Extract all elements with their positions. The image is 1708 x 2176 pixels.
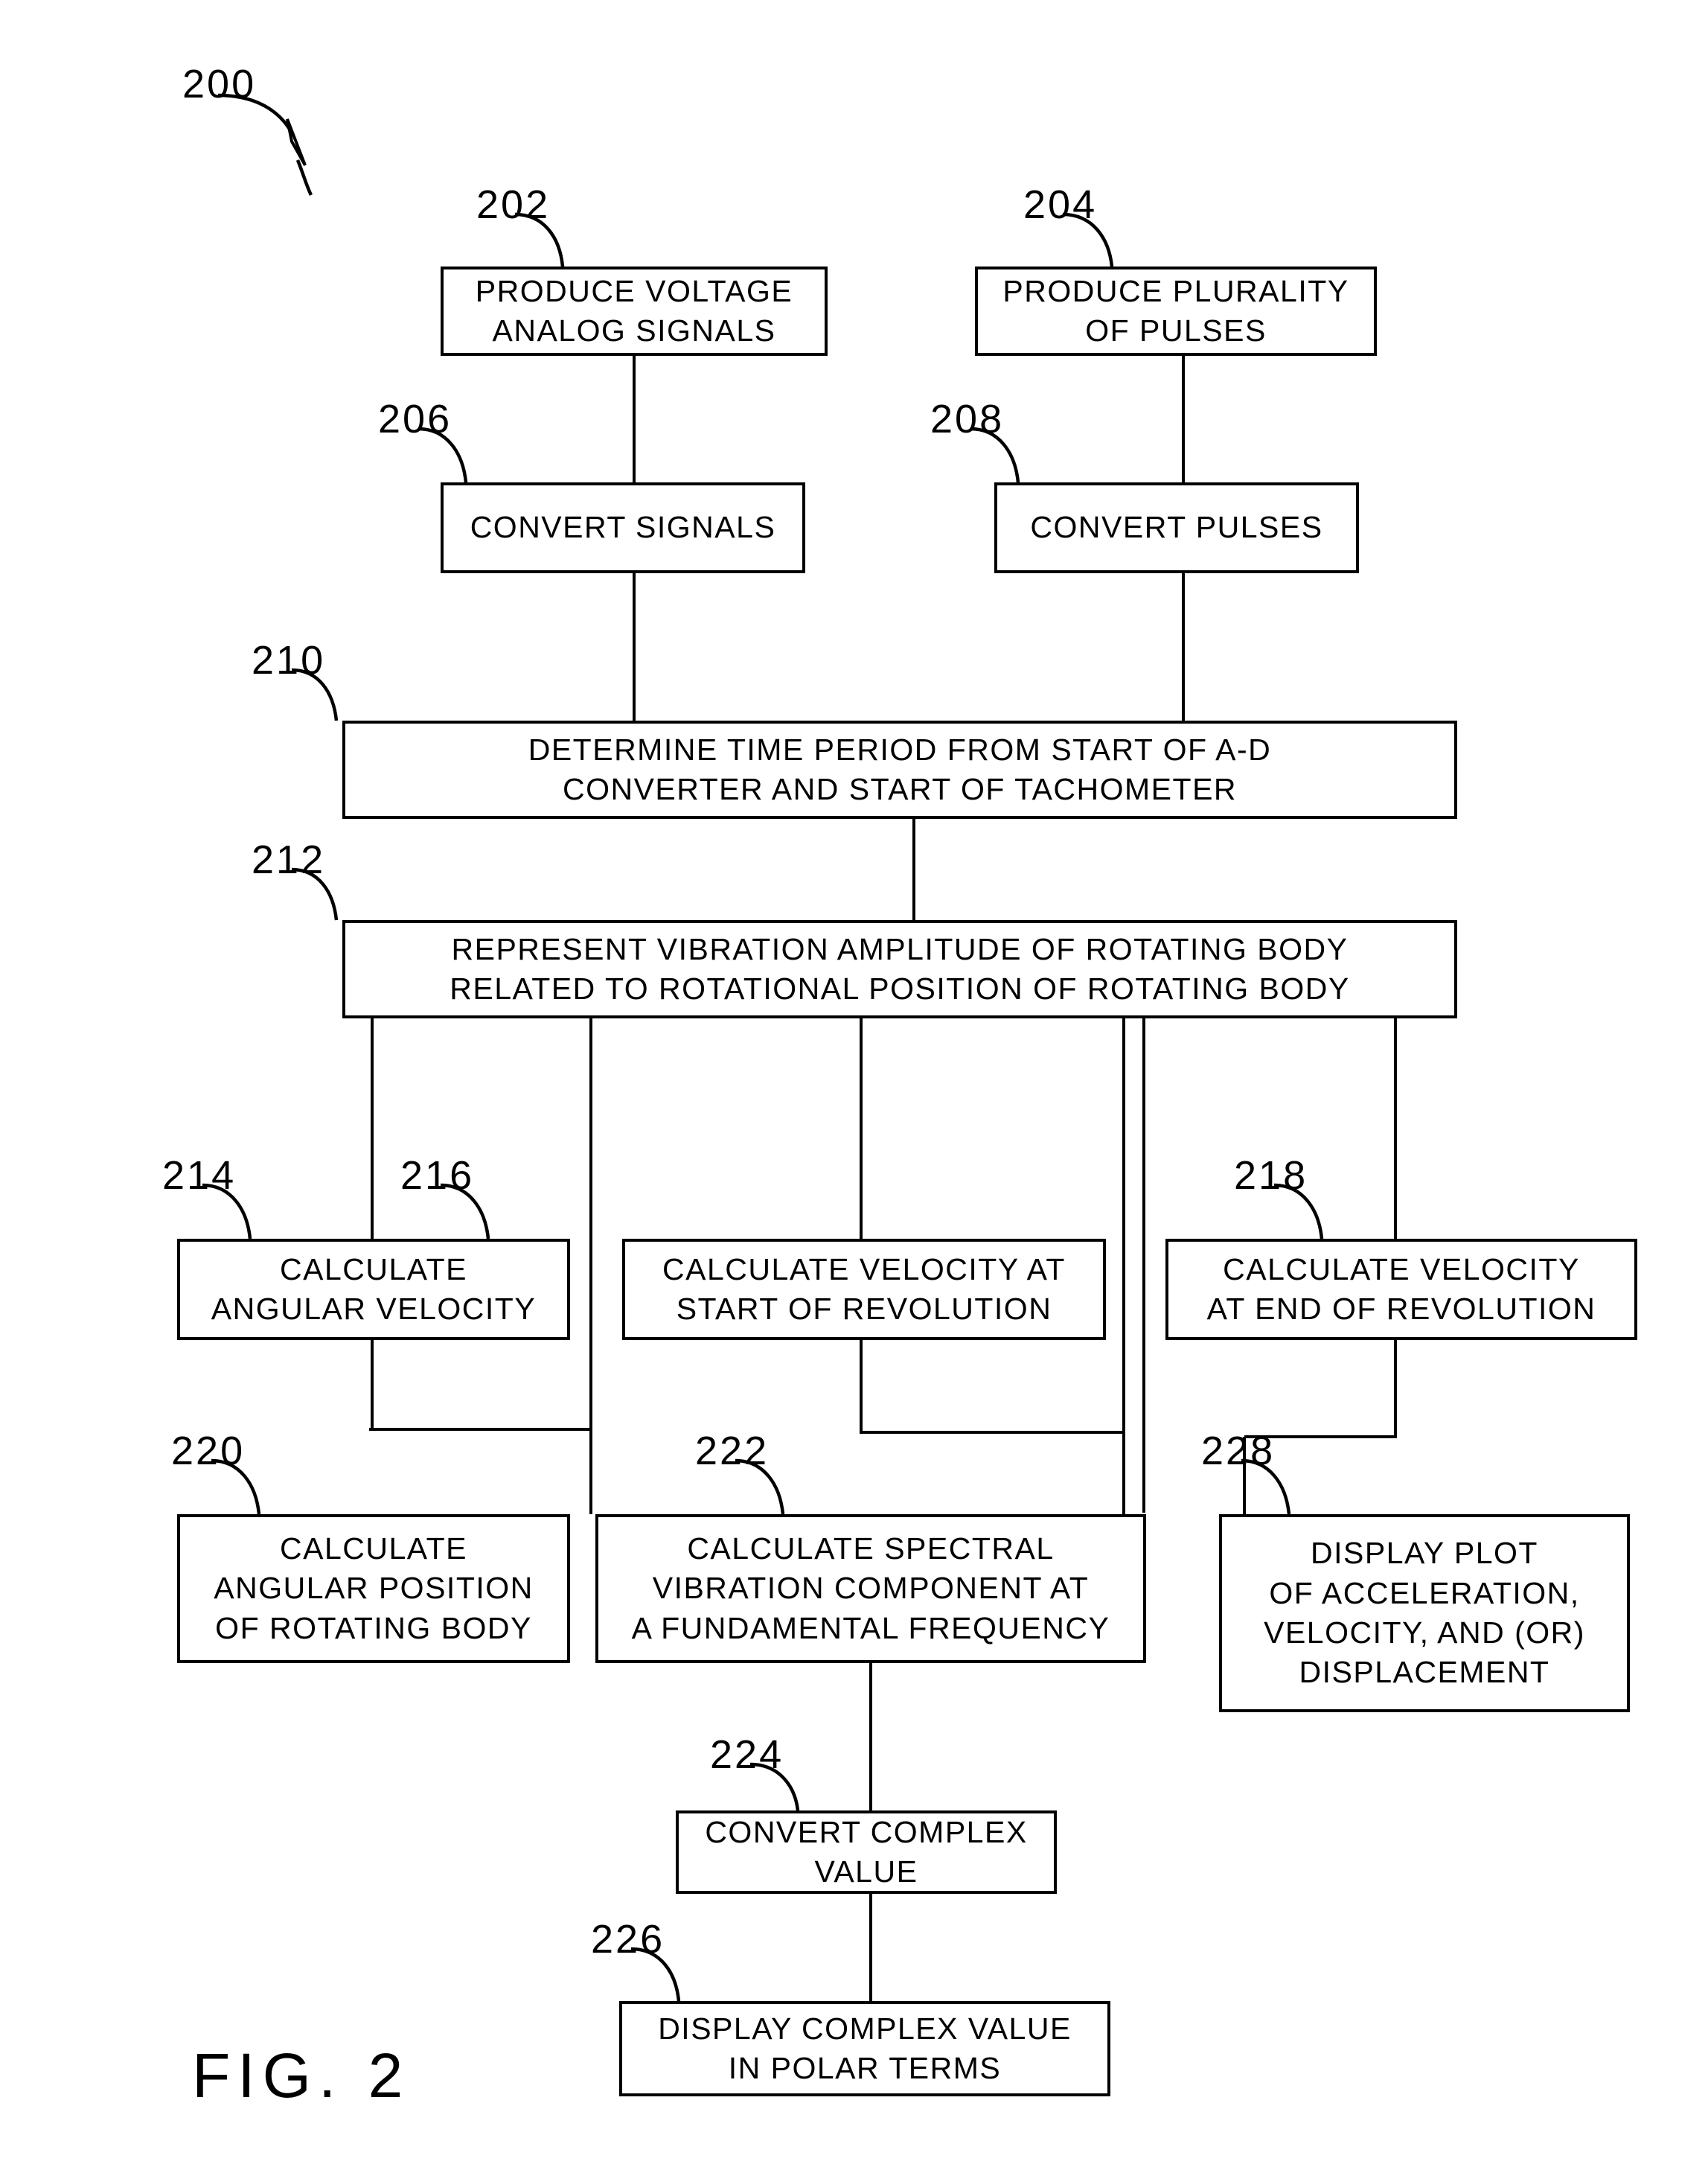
node-216-line-2: START OF REVOLUTION: [676, 1292, 1052, 1326]
ref-206: 206: [378, 397, 452, 441]
node-204-line-2: OF PULSES: [1085, 313, 1267, 348]
node-212-line-2: RELATED TO ROTATIONAL POSITION OF ROTATI…: [450, 971, 1350, 1006]
node-208-line-1: CONVERT PULSES: [1030, 510, 1323, 545]
node-204-produce-plurality-of-pulses[interactable]: PRODUCE PLURALITY OF PULSES: [975, 267, 1377, 356]
node-228-line-4: DISPLACEMENT: [1299, 1655, 1550, 1690]
node-214-line-1: CALCULATE: [280, 1251, 467, 1286]
ref-216: 216: [400, 1153, 475, 1198]
node-226-display-complex-value-polar[interactable]: DISPLAY COMPLEX VALUE IN POLAR TERMS: [619, 2001, 1110, 2096]
node-218-line-1: CALCULATE VELOCITY: [1223, 1251, 1580, 1286]
node-222-line-2: VIBRATION COMPONENT AT: [652, 1571, 1090, 1606]
wire-214-elbow: [369, 1340, 374, 1431]
node-226-line-2: IN POLAR TERMS: [728, 2051, 1002, 2085]
ref-200: 200: [182, 62, 257, 106]
ref-202: 202: [476, 182, 551, 227]
patent-figure-2: 200 202 204 206 208 210 212 214 216 218 …: [0, 0, 1708, 2176]
node-206-line-1: CONVERT SIGNALS: [470, 510, 776, 545]
node-220-line-1: CALCULATE: [280, 1531, 467, 1566]
node-222-calculate-spectral-vibration-component[interactable]: CALCULATE SPECTRAL VIBRATION COMPONENT A…: [595, 1514, 1146, 1663]
node-222-line-3: A FUNDAMENTAL FREQUENCY: [631, 1610, 1110, 1645]
ref-218: 218: [1234, 1153, 1308, 1198]
ref-224: 224: [710, 1732, 784, 1777]
node-206-convert-signals[interactable]: CONVERT SIGNALS: [441, 482, 805, 573]
node-202-line-2: ANALOG SIGNALS: [492, 313, 776, 348]
node-216-line-1: CALCULATE VELOCITY AT: [662, 1251, 1066, 1286]
node-210-determine-time-period[interactable]: DETERMINE TIME PERIOD FROM START OF A-D …: [342, 721, 1457, 819]
node-228-line-2: OF ACCELERATION,: [1269, 1575, 1580, 1610]
node-224-line-1: CONVERT COMPLEX: [705, 1814, 1028, 1849]
node-220-line-2: ANGULAR POSITION: [214, 1571, 534, 1606]
ref-226: 226: [591, 1917, 665, 1962]
node-210-line-2: CONVERTER AND START OF TACHOMETER: [562, 772, 1238, 806]
ref-212: 212: [252, 837, 326, 882]
wire-216-to-222: [860, 1340, 886, 1434]
node-214-line-2: ANGULAR VELOCITY: [211, 1292, 537, 1326]
ref-214: 214: [162, 1153, 237, 1198]
ref-228: 228: [1201, 1429, 1276, 1473]
node-220-calculate-angular-position[interactable]: CALCULATE ANGULAR POSITION OF ROTATING B…: [177, 1514, 570, 1663]
node-214-calculate-angular-velocity[interactable]: CALCULATE ANGULAR VELOCITY: [177, 1239, 570, 1340]
ref-204: 204: [1023, 182, 1098, 227]
arrowhead-200: [286, 118, 307, 166]
node-212-line-1: REPRESENT VIBRATION AMPLITUDE OF ROTATIN…: [451, 931, 1349, 966]
node-226-line-1: DISPLAY COMPLEX VALUE: [658, 2011, 1072, 2046]
node-228-display-plot[interactable]: DISPLAY PLOT OF ACCELERATION, VELOCITY, …: [1219, 1514, 1630, 1712]
figure-caption: FIG. 2: [192, 2041, 411, 2110]
node-228-line-1: DISPLAY PLOT: [1311, 1536, 1538, 1571]
ref-220: 220: [171, 1429, 246, 1473]
wire-218-to-228: [1369, 1340, 1397, 1438]
node-202-produce-voltage-analog-signals[interactable]: PRODUCE VOLTAGE ANALOG SIGNALS: [441, 267, 828, 356]
node-216-calculate-velocity-start-of-revolution[interactable]: CALCULATE VELOCITY AT START OF REVOLUTIO…: [622, 1239, 1106, 1340]
node-222-line-1: CALCULATE SPECTRAL: [687, 1531, 1055, 1566]
node-208-convert-pulses[interactable]: CONVERT PULSES: [994, 482, 1359, 573]
ref-222: 222: [695, 1429, 770, 1473]
node-218-line-2: AT END OF REVOLUTION: [1206, 1292, 1596, 1326]
node-220-line-3: OF ROTATING BODY: [215, 1610, 532, 1645]
node-224-convert-complex-value[interactable]: CONVERT COMPLEX VALUE: [676, 1810, 1057, 1894]
node-212-represent-vibration-amplitude[interactable]: REPRESENT VIBRATION AMPLITUDE OF ROTATIN…: [342, 920, 1457, 1018]
node-224-line-2: VALUE: [814, 1854, 918, 1889]
node-204-line-1: PRODUCE PLURALITY: [1002, 273, 1349, 308]
node-202-line-1: PRODUCE VOLTAGE: [475, 273, 793, 308]
node-218-calculate-velocity-end-of-revolution[interactable]: CALCULATE VELOCITY AT END OF REVOLUTION: [1165, 1239, 1637, 1340]
node-228-line-3: VELOCITY, AND (OR): [1264, 1615, 1585, 1650]
ref-210: 210: [252, 638, 326, 683]
node-210-line-1: DETERMINE TIME PERIOD FROM START OF A-D: [528, 732, 1272, 767]
ref-208: 208: [930, 397, 1005, 441]
